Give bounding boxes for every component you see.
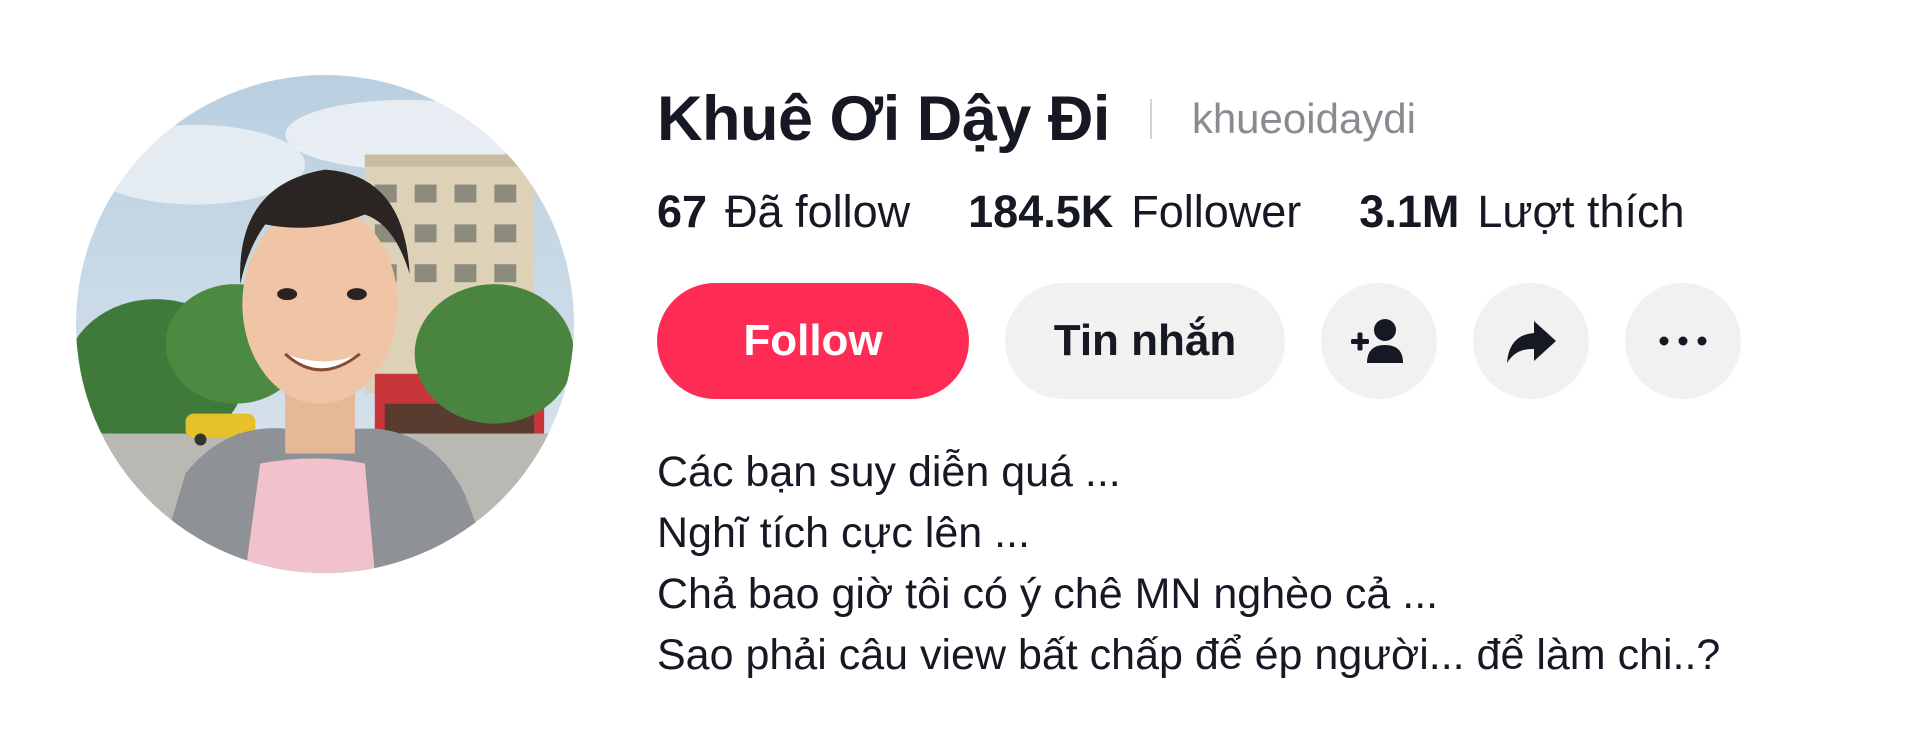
stat-likes: 3.1M Lượt thích: [1359, 186, 1684, 238]
following-count: 67: [657, 186, 708, 237]
follow-button[interactable]: Follow: [657, 283, 969, 399]
share-button[interactable]: [1473, 283, 1589, 399]
action-buttons: Follow Tin nhắn: [657, 282, 1857, 400]
profile-bio: Các bạn suy diễn quá ... Nghĩ tích cực l…: [657, 442, 1857, 686]
following-label: Đã follow: [725, 186, 911, 237]
username: khueoidaydi: [1191, 95, 1416, 142]
stat-following[interactable]: 67 Đã follow: [657, 186, 910, 238]
stat-followers[interactable]: 184.5K Follower: [968, 186, 1301, 238]
share-arrow-icon: [1507, 321, 1556, 363]
avatar-photo: [76, 75, 574, 573]
bio-line: Nghĩ tích cực lên ...: [657, 509, 1030, 557]
profile-avatar[interactable]: [76, 75, 574, 573]
message-button[interactable]: Tin nhắn: [1005, 283, 1285, 399]
stats-row: 67 Đã follow 184.5K Follower 3.1M Lượt t…: [657, 186, 1857, 242]
likes-count: 3.1M: [1359, 186, 1460, 237]
display-name: Khuê Ơi Dậy Đi: [657, 84, 1110, 154]
bio-line: Chả bao giờ tôi có ý chê MN nghèo cả ...: [657, 570, 1439, 618]
profile-info: Khuê Ơi Dậy Đi khueoidaydi 67 Đã follow …: [657, 80, 1857, 686]
title-divider: [1149, 99, 1152, 139]
likes-label: Lượt thích: [1477, 186, 1685, 237]
followers-label: Follower: [1131, 186, 1302, 237]
add-friend-button[interactable]: [1321, 283, 1437, 399]
followers-count: 184.5K: [968, 186, 1114, 237]
add-user-icon: [1351, 319, 1403, 363]
more-dots-icon: [1659, 336, 1707, 346]
bio-line: Sao phải câu view bất chấp để ép người..…: [657, 631, 1721, 679]
more-button[interactable]: [1625, 283, 1741, 399]
bio-line: Các bạn suy diễn quá ...: [657, 448, 1121, 496]
profile-title-row: Khuê Ơi Dậy Đi khueoidaydi: [657, 80, 1857, 158]
